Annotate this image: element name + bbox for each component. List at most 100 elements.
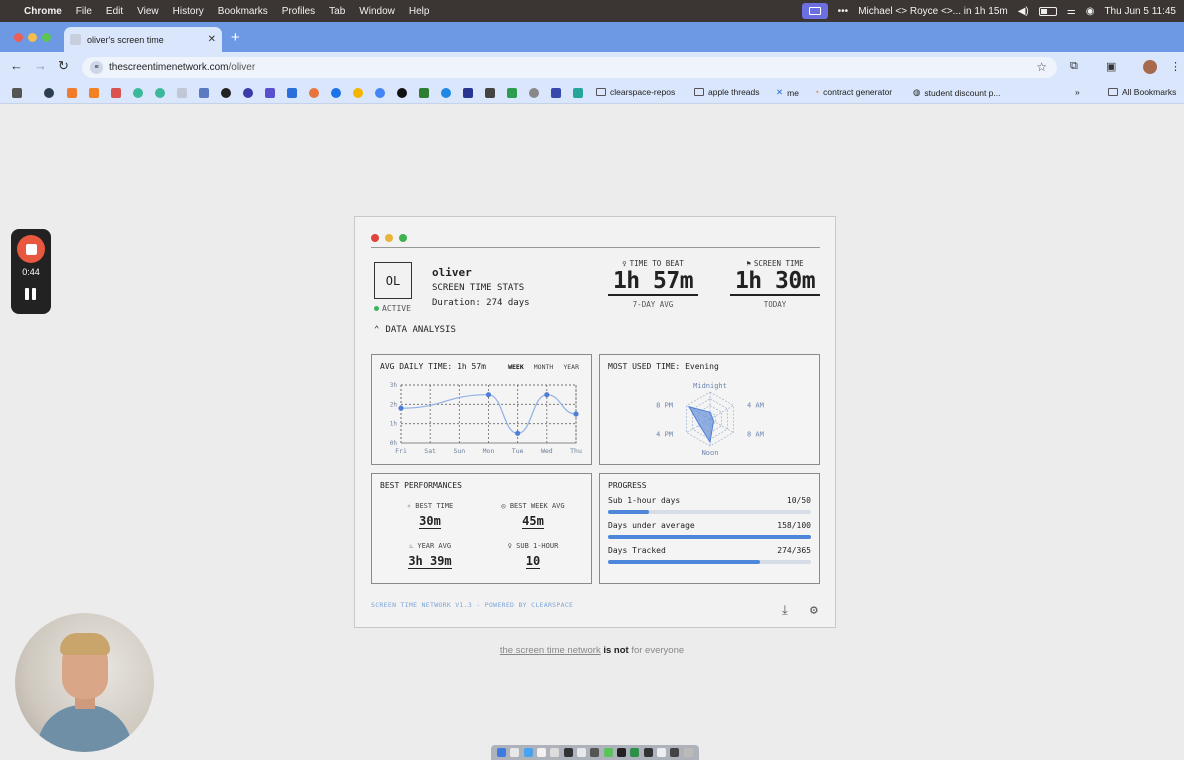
trash-icon[interactable]	[683, 748, 693, 757]
profile-avatar[interactable]	[1143, 60, 1157, 74]
menu-history[interactable]: History	[173, 6, 204, 17]
dock-app-icon[interactable]	[563, 748, 573, 757]
back-arrow-icon[interactable]: ←	[10, 58, 23, 73]
bookmark-favicon-icon[interactable]	[287, 88, 297, 98]
menubar-clock[interactable]: Thu Jun 5 11:45	[1104, 6, 1176, 17]
dock-app-icon[interactable]	[657, 748, 667, 757]
stop-recording-button[interactable]	[17, 235, 45, 263]
menu-app-name[interactable]: Chrome	[24, 6, 62, 17]
bookmark-favicon-icon[interactable]	[441, 88, 451, 98]
bookmark-favicon-icon[interactable]	[199, 88, 209, 98]
bookmark-favicon-icon[interactable]	[529, 88, 539, 98]
bookmark-favicon-icon[interactable]	[133, 88, 143, 98]
radar-label: 4 AM	[747, 402, 764, 410]
bookmark-favicon-icon[interactable]	[221, 88, 231, 98]
progress-track	[608, 560, 811, 564]
tracking-duration: Duration: 274 days	[432, 298, 530, 308]
screen-record-icon[interactable]	[801, 3, 828, 19]
footer-credit[interactable]: SCREEN TIME NETWORK V1.3 - POWERED BY CL…	[371, 601, 573, 609]
menu-window[interactable]: Window	[359, 6, 395, 17]
menu-view[interactable]: View	[137, 6, 159, 17]
dock-app-icon[interactable]	[617, 748, 627, 757]
minimize-window-icon[interactable]	[28, 33, 37, 42]
active-tab[interactable]: oliver's screen time ✕	[64, 27, 222, 52]
menu-bookmarks[interactable]: Bookmarks	[218, 6, 268, 17]
menu-file[interactable]: File	[76, 6, 92, 17]
bookmark-favicon-icon[interactable]	[485, 88, 495, 98]
close-tab-icon[interactable]: ✕	[208, 34, 216, 45]
google-icon[interactable]	[375, 88, 385, 98]
dock-app-icon[interactable]	[630, 748, 640, 757]
dock-app-icon[interactable]	[603, 748, 613, 757]
bookmark-favicon-icon[interactable]	[44, 88, 54, 98]
bookmark-contract-generator[interactable]: ◔ contract generator	[814, 87, 892, 97]
bookmark-favicon-icon[interactable]	[243, 88, 253, 98]
close-window-icon[interactable]	[14, 33, 23, 42]
bookmark-favicon-icon[interactable]	[573, 88, 583, 98]
more-bookmarks-icon[interactable]: »	[1075, 87, 1080, 97]
volume-icon[interactable]: ◀)	[1018, 6, 1029, 17]
bookmark-favicon-icon[interactable]	[265, 88, 275, 98]
dock-app-icon[interactable]	[537, 748, 547, 757]
bookmark-favicon-icon[interactable]	[331, 88, 341, 98]
side-panel-icon[interactable]: ▣	[1106, 60, 1116, 73]
bookmark-favicon-icon[interactable]	[353, 88, 363, 98]
x-tick-label: Wed	[541, 447, 553, 455]
more-icon[interactable]: •••	[838, 6, 849, 17]
reload-icon[interactable]: ↻	[58, 58, 69, 74]
bookmark-favicon-icon[interactable]	[397, 88, 407, 98]
bookmark-favicon-icon[interactable]	[463, 88, 473, 98]
webcam-bubble[interactable]	[15, 613, 154, 752]
bookmark-student-discount[interactable]: ◍ student discount p...	[913, 87, 1001, 98]
chrome-menu-icon[interactable]: ⋮	[1170, 60, 1181, 73]
dock-app-icon[interactable]	[550, 748, 560, 757]
all-bookmarks[interactable]: All Bookmarks	[1108, 87, 1176, 97]
site-info-icon[interactable]: ≡	[90, 61, 103, 74]
bookmark-favicon-icon[interactable]	[67, 88, 77, 98]
maximize-window-icon[interactable]	[42, 33, 51, 42]
tab-month[interactable]: MONTH	[534, 363, 554, 371]
bookmark-favicon-icon[interactable]	[419, 88, 429, 98]
bookmark-label: me	[787, 87, 799, 98]
pause-icon[interactable]	[25, 288, 37, 300]
forward-arrow-icon[interactable]: →	[34, 58, 47, 73]
dock-app-icon[interactable]	[670, 748, 680, 757]
dock-app-icon[interactable]	[577, 748, 587, 757]
dock-app-icon[interactable]	[523, 748, 533, 757]
apps-grid-icon[interactable]	[12, 88, 22, 98]
bookmark-star-icon[interactable]: ☆	[1036, 60, 1047, 74]
new-tab-button[interactable]: +	[231, 29, 240, 46]
control-center-icon[interactable]: ⚌	[1067, 6, 1076, 17]
bookmark-favicon-icon[interactable]	[507, 88, 517, 98]
meeting-reminder[interactable]: Michael <> Royce <>... in 1h 15m	[858, 6, 1008, 17]
menu-help[interactable]: Help	[409, 6, 430, 17]
bookmark-me[interactable]: ✕ me	[776, 87, 799, 98]
dock-app-icon[interactable]	[590, 748, 600, 757]
bookmark-favicon-icon[interactable]	[155, 88, 165, 98]
extensions-icon[interactable]: ⧉	[1070, 60, 1078, 73]
bookmark-favicon-icon[interactable]	[177, 88, 187, 98]
radar-label: Noon	[702, 449, 719, 457]
bookmark-favicon-icon[interactable]	[89, 88, 99, 98]
menu-profiles[interactable]: Profiles	[282, 6, 315, 17]
data-analysis-toggle[interactable]: ⌃ DATA ANALYSIS	[374, 325, 456, 335]
address-bar[interactable]: ≡ thescreentimenetwork.com/oliver ☆	[82, 57, 1057, 78]
bookmark-folder-clearspace[interactable]: clearspace-repos	[596, 87, 675, 97]
menu-tab[interactable]: Tab	[329, 6, 345, 17]
menu-edit[interactable]: Edit	[106, 6, 123, 17]
bookmark-folder-apple-threads[interactable]: apple threads	[694, 87, 760, 97]
battery-icon[interactable]	[1038, 6, 1057, 16]
bookmark-favicon-icon[interactable]	[111, 88, 121, 98]
finder-icon[interactable]	[497, 748, 507, 757]
tab-year[interactable]: YEAR	[563, 363, 579, 371]
tab-week[interactable]: WEEK	[508, 363, 524, 371]
dock-app-icon[interactable]	[643, 748, 653, 757]
siri-icon[interactable]: ◉	[1086, 6, 1095, 17]
bookmark-label: contract generator	[823, 87, 893, 97]
dock-app-icon[interactable]	[510, 748, 520, 757]
network-link[interactable]: the screen time network	[500, 645, 601, 656]
gear-icon[interactable]: ⚙	[810, 603, 818, 618]
download-icon[interactable]: ⤓	[782, 603, 788, 618]
bookmark-favicon-icon[interactable]	[551, 88, 561, 98]
bookmark-favicon-icon[interactable]	[309, 88, 319, 98]
